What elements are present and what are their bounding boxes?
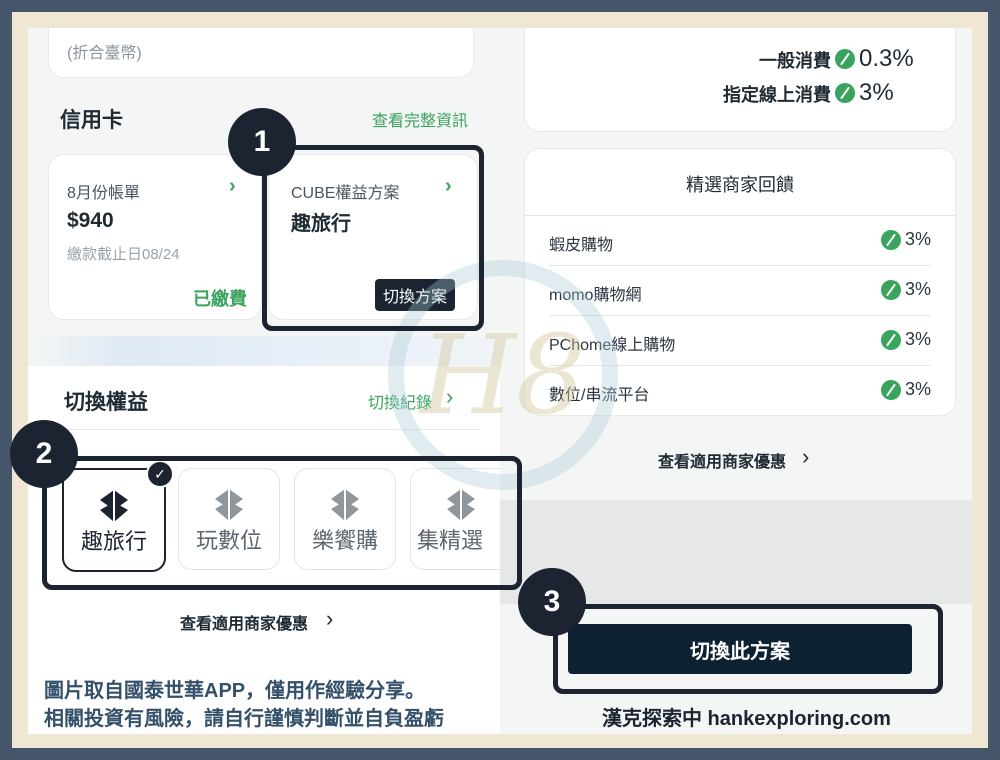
rate-value: 0.3% xyxy=(859,45,914,72)
leaf-icon xyxy=(880,379,901,400)
merchant-name: 蝦皮購物 xyxy=(549,237,614,254)
rate-value-general: 0.3% xyxy=(835,45,914,73)
caption-line-2: 相關投資有風險，請自行謹慎判斷並自負盈虧 xyxy=(44,708,444,730)
brand-caption: 漢克探索中 hankexploring.com xyxy=(602,708,891,730)
view-merchants-link[interactable]: 查看適用商家優惠 xyxy=(658,448,786,472)
view-full-info-link[interactable]: 查看完整資訊 xyxy=(372,107,468,131)
merchant-rate: 3% xyxy=(880,379,931,400)
rate-label: 指定線上消費 xyxy=(723,85,831,105)
caption-line-1: 圖片取自國泰世華APP，僅用作經驗分享。 xyxy=(44,680,426,702)
highlight-plan-tiles xyxy=(42,456,522,590)
view-merchants-link[interactable]: 查看適用商家優惠 xyxy=(180,610,308,634)
bill-due-date: 繳款截止日08/24 xyxy=(67,246,180,263)
rate-value-online: 3% xyxy=(835,79,894,107)
currency-note: (折合臺幣) xyxy=(67,45,142,62)
rate-value: 3% xyxy=(904,379,931,399)
step-marker-2: 2 xyxy=(10,420,78,488)
rate-value: 3% xyxy=(904,279,931,299)
leaf-icon xyxy=(835,83,855,103)
bill-amount: $940 xyxy=(67,209,114,232)
chevron-right-icon: › xyxy=(326,606,334,631)
rate-value: 3% xyxy=(904,329,931,349)
highlight-plan-card xyxy=(262,145,484,331)
divider xyxy=(525,215,955,216)
leaf-icon xyxy=(880,229,901,250)
merchant-rate: 3% xyxy=(880,329,931,350)
step-marker-3: 3 xyxy=(518,568,586,636)
highlight-switch-button xyxy=(553,604,943,694)
step-marker-1: 1 xyxy=(228,108,296,176)
leaf-icon xyxy=(835,49,855,69)
switch-benefits-title: 切換權益 xyxy=(64,391,148,414)
leaf-icon xyxy=(880,279,901,300)
divider xyxy=(549,315,931,316)
merchant-rate: 3% xyxy=(880,279,931,300)
credit-card-title: 信用卡 xyxy=(60,109,123,132)
chevron-right-icon: › xyxy=(802,444,810,469)
reward-rates-card: 一般消費 0.3% 指定線上消費 3% xyxy=(524,28,956,132)
rate-value: 3% xyxy=(904,229,931,249)
leaf-icon xyxy=(880,329,901,350)
top-summary-card: (折合臺幣) xyxy=(48,28,474,78)
bill-month: 8月份帳單 xyxy=(67,185,140,202)
bill-card[interactable]: 8月份帳單 › $940 繳款截止日08/24 已繳費 xyxy=(48,154,262,320)
divider xyxy=(549,265,931,266)
chevron-right-icon: › xyxy=(229,175,236,197)
rate-value: 3% xyxy=(859,79,894,106)
rate-label: 一般消費 xyxy=(759,51,831,71)
merchants-title: 精選商家回饋 xyxy=(686,175,794,195)
merchant-rate: 3% xyxy=(880,229,931,250)
paid-status: 已繳費 xyxy=(193,289,247,309)
